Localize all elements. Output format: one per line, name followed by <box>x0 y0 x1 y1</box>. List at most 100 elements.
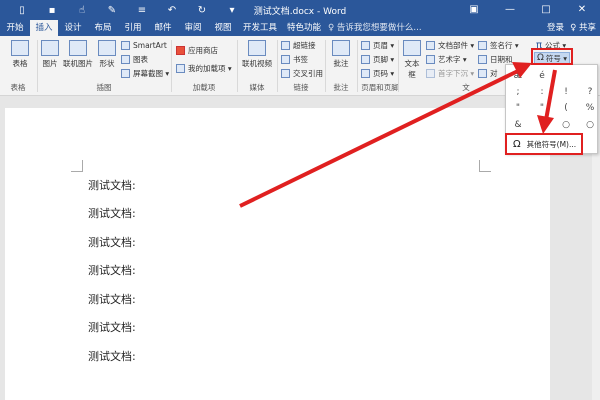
store-icon <box>176 45 185 55</box>
minimize-icon[interactable]: — <box>492 0 528 20</box>
share-button[interactable]: ♀ 共享 <box>570 20 596 36</box>
title-bar: ▯ ▪ ☝ ✎ ≡ ↶ ↻ ▾ 测试文档.docx - Word ▣ — □ ✕ <box>0 0 600 20</box>
tab-view[interactable]: 视图 <box>210 20 236 36</box>
comment-icon <box>332 40 350 56</box>
object-icon <box>478 68 487 78</box>
picture-button[interactable]: 图片 <box>40 40 60 69</box>
header-button[interactable]: 页眉 ▾ <box>361 39 394 51</box>
chart-button[interactable]: 图表 <box>121 53 148 65</box>
margin-mark <box>479 160 491 172</box>
online-picture-button[interactable]: 联机图片 <box>62 40 94 69</box>
group-label-tables: 表格 <box>10 83 26 92</box>
my-addins-icon <box>176 63 185 73</box>
chart-icon <box>121 54 130 64</box>
symbol-cell[interactable] <box>557 69 575 83</box>
group-label-comments: 批注 <box>333 83 349 92</box>
hyperlink-icon <box>281 40 290 50</box>
text-box-icon <box>403 40 421 56</box>
drop-cap-icon <box>426 68 435 78</box>
screenshot-button[interactable]: 屏幕截图 ▾ <box>121 67 169 79</box>
login-link[interactable]: 登录 <box>547 20 564 36</box>
symbol-cell[interactable]: & <box>509 118 527 132</box>
document-line[interactable]: 测试文档: <box>88 177 136 193</box>
symbol-cell[interactable]: ( <box>557 101 575 115</box>
symbol-cell[interactable]: " <box>533 101 551 115</box>
symbol-cell[interactable]: ; <box>509 85 527 99</box>
table-button[interactable]: 表格 <box>8 40 32 69</box>
group-label-header-footer: 页眉和页脚 <box>361 83 399 92</box>
shapes-icon <box>98 40 116 56</box>
my-addins-button[interactable]: 我的加载项 ▾ <box>176 62 232 74</box>
tab-layout[interactable]: 布局 <box>90 20 116 36</box>
tab-review[interactable]: 审阅 <box>180 20 206 36</box>
online-picture-icon <box>69 40 87 56</box>
symbol-cell[interactable]: ] <box>533 118 551 132</box>
quick-parts-icon <box>426 40 435 50</box>
document-line[interactable]: 测试文档: <box>88 348 136 364</box>
document-line[interactable]: 测试文档: <box>88 262 136 278</box>
screenshot-icon <box>121 68 130 78</box>
annotation-box-more-symbols <box>505 133 583 155</box>
shapes-button[interactable]: 形状 <box>96 40 118 69</box>
ribbon-display-icon[interactable]: ▣ <box>456 0 492 20</box>
footer-button[interactable]: 页脚 ▾ <box>361 53 394 65</box>
tab-design[interactable]: 设计 <box>60 20 86 36</box>
drop-cap-button[interactable]: 首字下沉 ▾ <box>426 67 474 79</box>
group-label-text: 文 <box>462 83 470 92</box>
margin-mark <box>71 160 83 172</box>
group-label-addins: 加载项 <box>192 83 216 92</box>
document-page[interactable] <box>5 108 550 400</box>
tab-references[interactable]: 引用 <box>120 20 146 36</box>
object-button[interactable]: 对 <box>478 67 498 79</box>
document-line[interactable]: 测试文档: <box>88 291 136 307</box>
document-line[interactable]: 测试文档: <box>88 205 136 221</box>
symbol-cell[interactable]: ○ <box>581 118 599 132</box>
symbol-cell[interactable]: " <box>509 101 527 115</box>
signature-line-button[interactable]: 签名行 ▾ <box>478 39 519 51</box>
bookmark-button[interactable]: 书签 <box>281 53 308 65</box>
online-video-icon <box>248 40 266 56</box>
smartart-icon <box>121 40 130 50</box>
symbol-cell[interactable]: % <box>581 101 599 115</box>
online-video-button[interactable]: 联机视频 <box>240 40 274 69</box>
symbol-cell[interactable]: ○ <box>557 118 575 132</box>
annotation-box-symbol <box>531 48 573 65</box>
maximize-icon[interactable]: □ <box>528 0 564 20</box>
page-number-button[interactable]: 页码 ▾ <box>361 67 394 79</box>
signature-line-icon <box>478 40 487 50</box>
quick-parts-button[interactable]: 文档部件 ▾ <box>426 39 474 51</box>
hyperlink-button[interactable]: 超链接 <box>281 39 316 51</box>
tab-developer[interactable]: 开发工具 <box>240 20 280 36</box>
symbol-cell[interactable] <box>581 69 599 83</box>
symbol-cell[interactable]: ! <box>557 85 575 99</box>
tab-insert[interactable]: 插入 <box>30 20 58 36</box>
cross-reference-button[interactable]: 交叉引用 <box>281 67 323 79</box>
store-button[interactable]: 应用商店 <box>176 44 218 56</box>
text-box-button[interactable]: 文本框 <box>401 40 423 80</box>
symbol-cell[interactable]: é <box>533 69 551 83</box>
picture-icon <box>41 40 59 56</box>
close-icon[interactable]: ✕ <box>564 0 600 20</box>
footer-icon <box>361 54 370 64</box>
wordart-button[interactable]: 艺术字 ▾ <box>426 53 467 65</box>
document-line[interactable]: 测试文档: <box>88 234 136 250</box>
table-icon <box>11 40 29 56</box>
group-label-illustrations: 插图 <box>96 83 112 92</box>
header-icon <box>361 40 370 50</box>
smartart-button[interactable]: SmartArt <box>121 39 167 51</box>
symbol-cell[interactable]: ? <box>581 85 599 99</box>
group-label-links: 链接 <box>293 83 309 92</box>
symbol-cell[interactable]: æ <box>509 69 527 83</box>
document-line[interactable]: 测试文档: <box>88 319 136 335</box>
tell-me-search[interactable]: ♀ 告诉我您想要做什么... <box>328 20 422 36</box>
tab-features[interactable]: 特色功能 <box>284 20 324 36</box>
group-separator <box>398 40 399 92</box>
bookmark-icon <box>281 54 290 64</box>
comment-button[interactable]: 批注 <box>329 40 353 69</box>
tab-mailings[interactable]: 邮件 <box>150 20 176 36</box>
cross-reference-icon <box>281 68 290 78</box>
group-label-media: 媒体 <box>249 83 265 92</box>
wordart-icon <box>426 54 435 64</box>
symbol-cell[interactable]: : <box>533 85 551 99</box>
tab-home[interactable]: 开始 <box>2 20 28 36</box>
